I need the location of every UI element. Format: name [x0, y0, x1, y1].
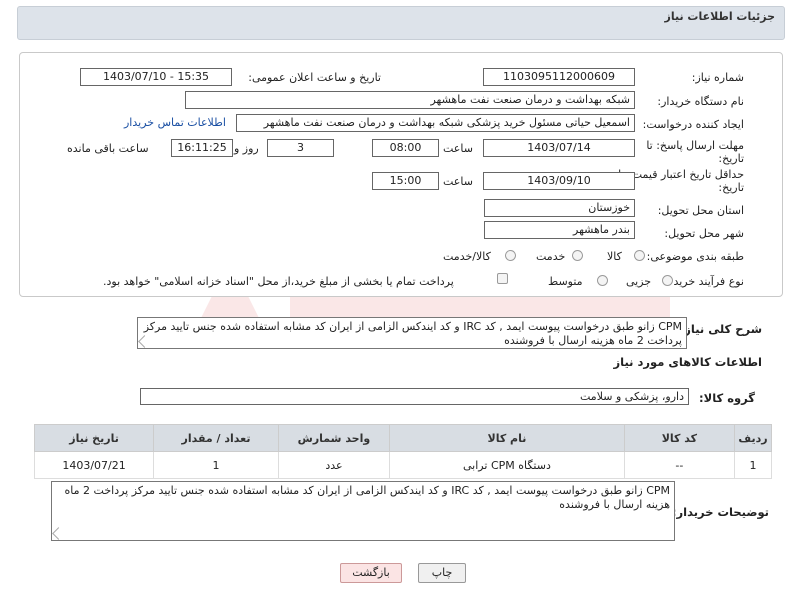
- buyer-notes-textarea[interactable]: CPM زانو طبق درخواست پیوست ایمد , کد IRC…: [51, 481, 675, 541]
- page-title: جزئیات اطلاعات نیاز: [664, 10, 776, 23]
- column-header-row-number: ردیف: [733, 424, 773, 452]
- cell-item-name: دستگاه CPM ترابی: [389, 451, 625, 479]
- resize-handle-icon[interactable]: [52, 527, 65, 540]
- deadline-time-label: ساعت: [443, 142, 473, 155]
- remaining-time-label: ساعت باقی مانده: [67, 142, 149, 155]
- validity-date-field[interactable]: 1403/09/10: [483, 172, 635, 190]
- remaining-time-field[interactable]: 16:11:25: [171, 139, 233, 157]
- city-label: شهر محل تحویل:: [664, 227, 744, 240]
- category-option-goods: کالا: [607, 250, 622, 263]
- buyer-notes-label: توضیحات خریدار:: [671, 505, 769, 519]
- purchase-radio-medium[interactable]: [597, 275, 608, 286]
- need-number-field[interactable]: 1103095112000609: [483, 68, 635, 86]
- deadline-label: مهلت ارسال پاسخ: تا: [646, 139, 744, 152]
- creator-field[interactable]: اسمعیل حیاتی مسئول خرید پزشکی شبکه بهداش…: [236, 114, 635, 132]
- resize-handle-icon[interactable]: [138, 335, 151, 348]
- goods-group-field[interactable]: دارو، پزشکی و سلامت: [140, 388, 689, 405]
- column-header-item-code: کد کالا: [623, 424, 735, 452]
- goods-group-label: گروه کالا:: [699, 391, 755, 405]
- buyer-org-field[interactable]: شبکه بهداشت و درمان صنعت نفت ماهشهر: [185, 91, 635, 109]
- purchase-radio-minor[interactable]: [662, 275, 673, 286]
- validity-time-label: ساعت: [443, 175, 473, 188]
- cell-unit: عدد: [277, 451, 391, 479]
- column-header-need-date: تاریخ نیاز: [33, 424, 155, 452]
- deadline-label-date: تاریخ:: [718, 152, 744, 165]
- cell-quantity: 1: [153, 451, 279, 479]
- column-header-item-name: نام کالا: [389, 424, 625, 452]
- items-table-header-row: ردیف کد کالا نام کالا واحد شمارش تعداد /…: [33, 424, 773, 452]
- need-number-label: شماره نیاز:: [691, 71, 744, 84]
- back-button[interactable]: بازگشت: [340, 563, 402, 583]
- days-remaining-field[interactable]: 3: [267, 139, 334, 157]
- category-radio-service[interactable]: [572, 250, 583, 261]
- public-date-label: تاریخ و ساعت اعلان عمومی:: [248, 71, 381, 84]
- buyer-org-label: نام دستگاه خریدار:: [657, 95, 744, 108]
- days-label: روز و: [234, 142, 259, 155]
- category-option-service: خدمت: [536, 250, 566, 263]
- buyer-contact-link[interactable]: اطلاعات تماس خریدار: [124, 116, 226, 129]
- purchase-type-label: نوع فرآیند خرید :: [666, 275, 744, 288]
- province-field[interactable]: خوزستان: [484, 199, 635, 217]
- treasury-note: پرداخت تمام یا بخشی از مبلغ خرید،از محل …: [103, 275, 454, 288]
- cell-need-date: 1403/07/21: [33, 451, 155, 479]
- cell-item-code: --: [623, 451, 735, 479]
- purchase-option-medium: متوسط: [548, 275, 583, 288]
- buyer-notes-text: CPM زانو طبق درخواست پیوست ایمد , کد IRC…: [64, 484, 670, 511]
- goods-section-title: اطلاعات کالاهای مورد نیاز: [613, 355, 762, 369]
- validity-label: حداقل تاریخ اعتبار قیمت: تا: [618, 168, 744, 181]
- deadline-date-field[interactable]: 1403/07/14: [483, 139, 635, 157]
- city-field[interactable]: بندر ماهشهر: [484, 221, 635, 239]
- category-option-goods-service: کالا/خدمت: [443, 250, 491, 263]
- treasury-checkbox[interactable]: [497, 273, 508, 284]
- description-text: CPM زانو طبق درخواست پیوست ایمد , کد IRC…: [143, 320, 682, 347]
- print-button[interactable]: چاپ: [418, 563, 466, 583]
- column-header-unit: واحد شمارش: [277, 424, 391, 452]
- column-header-quantity: تعداد / مقدار: [153, 424, 279, 452]
- validity-time-field[interactable]: 15:00: [372, 172, 439, 190]
- public-date-field[interactable]: 1403/07/10 - 15:35: [80, 68, 232, 86]
- validity-label-date: تاریخ:: [718, 181, 744, 194]
- deadline-time-field[interactable]: 08:00: [372, 139, 439, 157]
- category-label: طبقه بندی موضوعی:: [646, 250, 744, 263]
- creator-label: ایجاد کننده درخواست:: [642, 118, 744, 131]
- category-radio-goods[interactable]: [634, 250, 645, 261]
- items-table: ردیف کد کالا نام کالا واحد شمارش تعداد /…: [33, 424, 773, 479]
- description-label: شرح کلی نیاز:: [679, 322, 762, 336]
- province-label: استان محل تحویل:: [657, 204, 744, 217]
- cell-row-number: 1: [733, 451, 773, 479]
- description-textarea[interactable]: CPM زانو طبق درخواست پیوست ایمد , کد IRC…: [137, 317, 687, 349]
- purchase-option-minor: جزیی: [626, 275, 652, 288]
- category-radio-goods-service[interactable]: [505, 250, 516, 261]
- table-row[interactable]: 1 -- دستگاه CPM ترابی عدد 1 1403/07/21: [33, 451, 773, 479]
